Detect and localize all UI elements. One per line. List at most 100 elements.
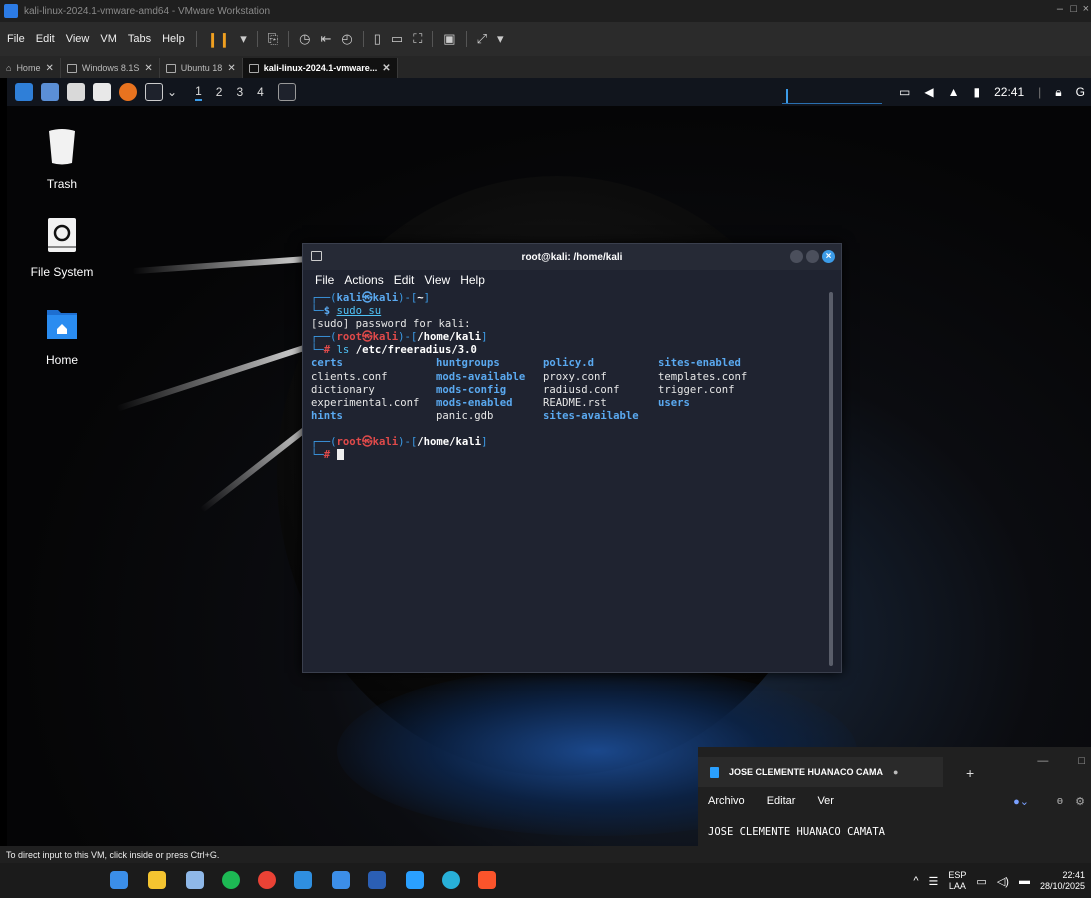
terminal-menu-edit[interactable]: Edit (394, 273, 415, 287)
console-view-icon[interactable]: ▣ (443, 31, 455, 47)
open-terminal-window-icon[interactable] (277, 83, 296, 101)
tab-windows[interactable]: Windows 8.1S ✕ (61, 58, 160, 78)
terminal-scrollbar[interactable] (829, 292, 833, 666)
notepad-content[interactable]: JOSE CLEMENTE HUANACO CAMATA (708, 826, 885, 838)
start-windows-icon[interactable] (110, 871, 128, 889)
snapshot-icon[interactable]: ◷ (299, 31, 310, 47)
file-explorer-icon[interactable] (148, 871, 166, 889)
tab-ubuntu[interactable]: Ubuntu 18 ✕ (160, 58, 243, 78)
user-menu[interactable]: G (1076, 85, 1085, 99)
battery-icon[interactable]: ▮ (974, 85, 981, 99)
account-icon[interactable]: ɵ (1057, 795, 1063, 807)
revert-snapshot-icon[interactable]: ⇤ (320, 31, 331, 47)
vmware-taskbar-icon[interactable] (186, 871, 204, 889)
split-view-icon[interactable]: ▭ (391, 31, 403, 47)
dropdown-icon[interactable]: ▾ (240, 31, 247, 47)
word-icon[interactable] (368, 871, 386, 889)
tab-label: Home (16, 63, 41, 73)
terminal-title-bar[interactable]: root@kali: /home/kali × (303, 244, 841, 270)
terminal-window[interactable]: root@kali: /home/kali × File Actions Edi… (302, 243, 842, 673)
menu-help[interactable]: Help (162, 33, 185, 45)
close-icon[interactable]: ✕ (144, 63, 152, 74)
snapshot-manager-icon[interactable]: ◴ (341, 31, 352, 47)
notepad-window[interactable]: JOSE CLEMENTE HUANACO CAMA ● + — □ Archi… (698, 747, 1091, 863)
ls-row: hints panic.gdb sites-available (311, 409, 639, 422)
menu-view[interactable]: View (66, 33, 90, 45)
spotify-icon[interactable] (222, 871, 240, 889)
menu-tabs[interactable]: Tabs (128, 33, 151, 45)
display-icon[interactable]: ▭ (899, 85, 910, 99)
tab-kali[interactable]: kali-linux-2024.1-vmware... ✕ (242, 58, 398, 78)
terminal-output[interactable]: ┌──(kali㉿kali)-[~] └─$ sudo su [sudo] pass… (303, 290, 841, 462)
ls-row: certs huntgroups policy.d sites-enabled (311, 357, 741, 370)
terminal-menu-bar: File Actions Edit View Help (303, 270, 841, 290)
chrome-icon[interactable] (258, 871, 276, 889)
system-tray: ^ ☰ ESP LAA ▭ ◁) ▬ 22:41 28/10/2025 (913, 867, 1085, 895)
tab-label: Ubuntu 18 (180, 63, 223, 73)
new-tab-plus-icon[interactable]: + (966, 765, 974, 781)
close-icon[interactable]: × (1083, 3, 1089, 15)
minimize-button[interactable] (790, 250, 803, 263)
chevron-down-icon[interactable]: ⌄ (167, 85, 177, 99)
maximize-button[interactable] (806, 250, 819, 263)
close-icon[interactable]: ✕ (45, 63, 53, 74)
close-icon[interactable]: ✕ (382, 63, 390, 74)
notepad-menu-editar[interactable]: Editar (767, 795, 796, 807)
file-manager-icon[interactable] (67, 83, 85, 101)
kali-menu-icon[interactable] (15, 83, 33, 101)
terminal-icon[interactable] (145, 83, 163, 101)
sidebar-view-icon[interactable]: ▯ (374, 31, 381, 47)
desktop-icon-file-system[interactable]: File System (22, 216, 102, 279)
copilot-icon[interactable]: ●⌄ (1013, 795, 1029, 808)
workspace-4[interactable]: 4 (257, 85, 264, 99)
send-keys-icon[interactable]: ⎘ (268, 31, 278, 47)
volume-icon[interactable]: ◀ (924, 85, 933, 99)
chevron-up-icon[interactable]: ^ (913, 875, 918, 887)
network-icon[interactable]: ▭ (976, 875, 986, 888)
stretch-icon[interactable]: ⤢ (477, 31, 487, 47)
input-icon[interactable]: ☰ (929, 875, 939, 888)
workspace-3[interactable]: 3 (236, 85, 243, 99)
text-editor-icon[interactable] (93, 83, 111, 101)
terminal-menu-actions[interactable]: Actions (344, 273, 383, 287)
maximize-icon[interactable]: □ (1078, 755, 1085, 767)
workspace-2[interactable]: 2 (216, 85, 223, 99)
maximize-icon[interactable]: □ (1070, 3, 1077, 15)
terminal-menu-view[interactable]: View (424, 273, 450, 287)
battery-icon[interactable]: ▬ (1019, 875, 1030, 887)
terminal-menu-help[interactable]: Help (460, 273, 485, 287)
lock-icon[interactable]: 🔒︎ (1055, 85, 1061, 100)
notepad-menu-ver[interactable]: Ver (817, 795, 834, 807)
desktop-icon-trash[interactable]: Trash (22, 128, 102, 191)
close-button[interactable]: × (822, 250, 835, 263)
notification-bell-icon[interactable]: ▲ (948, 85, 960, 99)
firefox-icon[interactable] (119, 83, 137, 101)
edge-icon[interactable] (442, 871, 460, 889)
language-indicator[interactable]: ESP LAA (948, 870, 966, 892)
pause-icon[interactable]: ❙❙ (207, 31, 230, 48)
vmware-icon[interactable] (332, 871, 350, 889)
panel-clock[interactable]: 22:41 (994, 85, 1024, 99)
menu-vm[interactable]: VM (100, 33, 117, 45)
fullscreen-icon[interactable]: ⛶ (413, 31, 422, 47)
notepad-tab[interactable]: JOSE CLEMENTE HUANACO CAMA ● (698, 757, 943, 787)
unsaved-dot-icon: ● (893, 767, 899, 777)
brave-icon[interactable] (478, 871, 496, 889)
settings-gear-icon[interactable]: ⚙ (1075, 795, 1085, 808)
menu-edit[interactable]: Edit (36, 33, 55, 45)
close-icon[interactable]: ✕ (227, 63, 235, 74)
workspace-1[interactable]: 1 (195, 84, 202, 101)
desktop-icon-home[interactable]: Home (22, 304, 102, 367)
minimize-icon[interactable]: — (1037, 755, 1048, 767)
minimize-icon[interactable]: – (1057, 3, 1063, 15)
vscode-icon[interactable] (294, 871, 312, 889)
taskbar-clock[interactable]: 22:41 28/10/2025 (1040, 870, 1085, 892)
show-desktop-icon[interactable] (41, 83, 59, 101)
notepad-menu-archivo[interactable]: Archivo (708, 795, 745, 807)
menu-file[interactable]: File (7, 33, 25, 45)
stretch-dropdown-icon[interactable]: ▾ (497, 31, 504, 47)
terminal-menu-file[interactable]: File (315, 273, 334, 287)
notepad-taskbar-icon[interactable] (406, 871, 424, 889)
volume-icon[interactable]: ◁) (997, 875, 1009, 888)
tab-home[interactable]: ⌂ Home ✕ (0, 58, 61, 78)
